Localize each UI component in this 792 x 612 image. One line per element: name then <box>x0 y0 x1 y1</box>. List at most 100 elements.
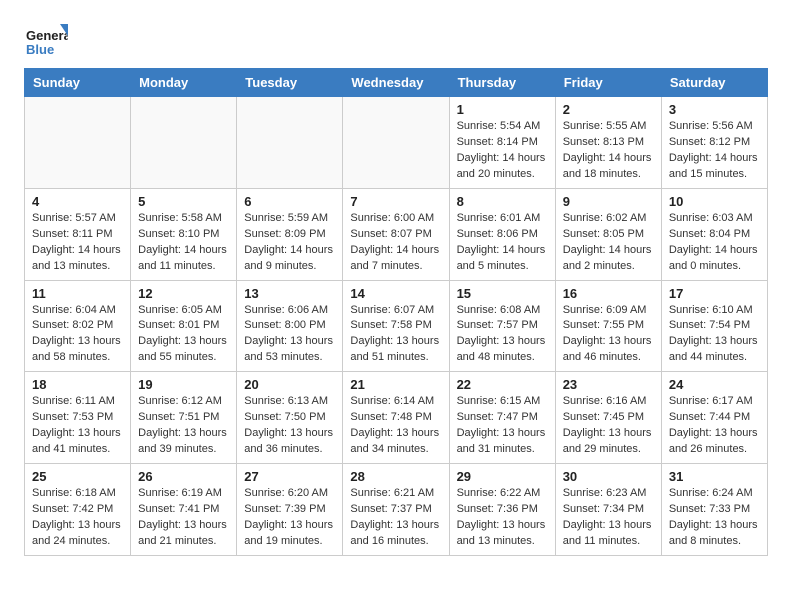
day-info: Sunrise: 5:59 AMSunset: 8:09 PMDaylight:… <box>244 211 335 275</box>
day-info: Sunrise: 6:17 AMSunset: 7:44 PMDaylight:… <box>669 394 760 458</box>
day-number: 2 <box>563 102 654 117</box>
day-cell: 5 Sunrise: 5:58 AMSunset: 8:10 PMDaylight… <box>131 188 237 280</box>
day-cell: 21Sunrise: 6:14 AMSunset: 7:48 PMDayligh… <box>343 372 449 464</box>
day-cell <box>131 97 237 189</box>
day-info: Sunrise: 6:10 AMSunset: 7:54 PMDaylight:… <box>669 303 760 367</box>
day-number: 9 <box>563 194 654 209</box>
day-number: 16 <box>563 286 654 301</box>
day-cell <box>343 97 449 189</box>
day-info: Sunrise: 6:06 AMSunset: 8:00 PMDaylight:… <box>244 303 335 367</box>
calendar-container: SundayMondayTuesdayWednesdayThursdayFrid… <box>0 68 792 568</box>
day-cell: 11 Sunrise: 6:04 AMSunset: 8:02 PMDayligh… <box>25 280 131 372</box>
day-number: 4 <box>32 194 123 209</box>
day-number: 15 <box>457 286 548 301</box>
day-number: 27 <box>244 469 335 484</box>
day-info: Sunrise: 6:24 AMSunset: 7:33 PMDaylight:… <box>669 486 760 550</box>
day-info: Sunrise: 6:12 AMSunset: 7:51 PMDaylight:… <box>138 394 229 458</box>
day-number: 25 <box>32 469 123 484</box>
day-cell: 19 Sunrise: 6:12 AMSunset: 7:51 PMDayligh… <box>131 372 237 464</box>
day-cell: 9Sunrise: 6:02 AMSunset: 8:05 PMDaylight… <box>555 188 661 280</box>
day-cell: 31Sunrise: 6:24 AMSunset: 7:33 PMDayligh… <box>661 464 767 556</box>
day-number: 21 <box>350 377 441 392</box>
week-row-4: 18Sunrise: 6:11 AMSunset: 7:53 PMDayligh… <box>25 372 768 464</box>
day-info: Sunrise: 6:05 AMSunset: 8:01 PMDaylight:… <box>138 303 229 367</box>
day-cell: 20 Sunrise: 6:13 AMSunset: 7:50 PMDayligh… <box>237 372 343 464</box>
header: General Blue <box>0 0 792 68</box>
day-cell: 18Sunrise: 6:11 AMSunset: 7:53 PMDayligh… <box>25 372 131 464</box>
day-number: 13 <box>244 286 335 301</box>
day-info: Sunrise: 5:54 AMSunset: 8:14 PMDaylight:… <box>457 119 548 183</box>
day-info: Sunrise: 6:22 AMSunset: 7:36 PMDaylight:… <box>457 486 548 550</box>
day-cell: 10 Sunrise: 6:03 AMSunset: 8:04 PMDayligh… <box>661 188 767 280</box>
weekday-header-friday: Friday <box>555 69 661 97</box>
day-cell: 25 Sunrise: 6:18 AMSunset: 7:42 PMDayligh… <box>25 464 131 556</box>
weekday-header-saturday: Saturday <box>661 69 767 97</box>
day-cell: 26 Sunrise: 6:19 AMSunset: 7:41 PMDayligh… <box>131 464 237 556</box>
day-cell: 14Sunrise: 6:07 AMSunset: 7:58 PMDayligh… <box>343 280 449 372</box>
day-number: 7 <box>350 194 441 209</box>
day-info: Sunrise: 5:58 AMSunset: 8:10 PMDaylight:… <box>138 211 229 275</box>
day-cell: 7 Sunrise: 6:00 AMSunset: 8:07 PMDaylight… <box>343 188 449 280</box>
day-cell: 12 Sunrise: 6:05 AMSunset: 8:01 PMDayligh… <box>131 280 237 372</box>
week-row-3: 11 Sunrise: 6:04 AMSunset: 8:02 PMDayligh… <box>25 280 768 372</box>
day-number: 12 <box>138 286 229 301</box>
day-number: 6 <box>244 194 335 209</box>
day-cell: 4 Sunrise: 5:57 AMSunset: 8:11 PMDaylight… <box>25 188 131 280</box>
day-cell: 29 Sunrise: 6:22 AMSunset: 7:36 PMDayligh… <box>449 464 555 556</box>
weekday-header-tuesday: Tuesday <box>237 69 343 97</box>
calendar-table: SundayMondayTuesdayWednesdayThursdayFrid… <box>24 68 768 556</box>
day-info: Sunrise: 6:18 AMSunset: 7:42 PMDaylight:… <box>32 486 123 550</box>
day-number: 29 <box>457 469 548 484</box>
day-number: 23 <box>563 377 654 392</box>
day-info: Sunrise: 6:00 AMSunset: 8:07 PMDaylight:… <box>350 211 441 275</box>
day-cell: 30Sunrise: 6:23 AMSunset: 7:34 PMDayligh… <box>555 464 661 556</box>
day-number: 8 <box>457 194 548 209</box>
day-cell: 24 Sunrise: 6:17 AMSunset: 7:44 PMDayligh… <box>661 372 767 464</box>
day-cell: 16 Sunrise: 6:09 AMSunset: 7:55 PMDayligh… <box>555 280 661 372</box>
day-number: 22 <box>457 377 548 392</box>
day-info: Sunrise: 5:57 AMSunset: 8:11 PMDaylight:… <box>32 211 123 275</box>
day-info: Sunrise: 6:19 AMSunset: 7:41 PMDaylight:… <box>138 486 229 550</box>
day-number: 10 <box>669 194 760 209</box>
day-info: Sunrise: 6:04 AMSunset: 8:02 PMDaylight:… <box>32 303 123 367</box>
day-cell <box>237 97 343 189</box>
day-info: Sunrise: 6:08 AMSunset: 7:57 PMDaylight:… <box>457 303 548 367</box>
week-row-2: 4 Sunrise: 5:57 AMSunset: 8:11 PMDaylight… <box>25 188 768 280</box>
day-info: Sunrise: 6:21 AMSunset: 7:37 PMDaylight:… <box>350 486 441 550</box>
week-row-1: 1 Sunrise: 5:54 AMSunset: 8:14 PMDaylight… <box>25 97 768 189</box>
day-cell: 6 Sunrise: 5:59 AMSunset: 8:09 PMDaylight… <box>237 188 343 280</box>
svg-text:Blue: Blue <box>26 42 54 57</box>
day-info: Sunrise: 6:15 AMSunset: 7:47 PMDaylight:… <box>457 394 548 458</box>
day-cell: 22 Sunrise: 6:15 AMSunset: 7:47 PMDayligh… <box>449 372 555 464</box>
day-cell: 1 Sunrise: 5:54 AMSunset: 8:14 PMDaylight… <box>449 97 555 189</box>
day-info: Sunrise: 6:20 AMSunset: 7:39 PMDaylight:… <box>244 486 335 550</box>
weekday-header-monday: Monday <box>131 69 237 97</box>
day-cell: 2 Sunrise: 5:55 AMSunset: 8:13 PMDaylight… <box>555 97 661 189</box>
logo-icon: General Blue <box>24 16 68 60</box>
day-number: 1 <box>457 102 548 117</box>
logo: General Blue <box>24 16 68 60</box>
day-info: Sunrise: 6:16 AMSunset: 7:45 PMDaylight:… <box>563 394 654 458</box>
day-cell: 8 Sunrise: 6:01 AMSunset: 8:06 PMDaylight… <box>449 188 555 280</box>
day-cell <box>25 97 131 189</box>
day-info: Sunrise: 5:55 AMSunset: 8:13 PMDaylight:… <box>563 119 654 183</box>
weekday-header-row: SundayMondayTuesdayWednesdayThursdayFrid… <box>25 69 768 97</box>
day-number: 19 <box>138 377 229 392</box>
day-cell: 13 Sunrise: 6:06 AMSunset: 8:00 PMDayligh… <box>237 280 343 372</box>
day-cell: 23 Sunrise: 6:16 AMSunset: 7:45 PMDayligh… <box>555 372 661 464</box>
svg-text:General: General <box>26 28 68 43</box>
day-info: Sunrise: 6:11 AMSunset: 7:53 PMDaylight:… <box>32 394 123 458</box>
day-number: 24 <box>669 377 760 392</box>
day-number: 14 <box>350 286 441 301</box>
day-number: 11 <box>32 286 123 301</box>
day-number: 20 <box>244 377 335 392</box>
day-info: Sunrise: 6:09 AMSunset: 7:55 PMDaylight:… <box>563 303 654 367</box>
week-row-5: 25 Sunrise: 6:18 AMSunset: 7:42 PMDayligh… <box>25 464 768 556</box>
day-info: Sunrise: 5:56 AMSunset: 8:12 PMDaylight:… <box>669 119 760 183</box>
day-info: Sunrise: 6:01 AMSunset: 8:06 PMDaylight:… <box>457 211 548 275</box>
day-number: 26 <box>138 469 229 484</box>
day-info: Sunrise: 6:03 AMSunset: 8:04 PMDaylight:… <box>669 211 760 275</box>
day-number: 5 <box>138 194 229 209</box>
day-info: Sunrise: 6:13 AMSunset: 7:50 PMDaylight:… <box>244 394 335 458</box>
day-cell: 3Sunrise: 5:56 AMSunset: 8:12 PMDaylight… <box>661 97 767 189</box>
